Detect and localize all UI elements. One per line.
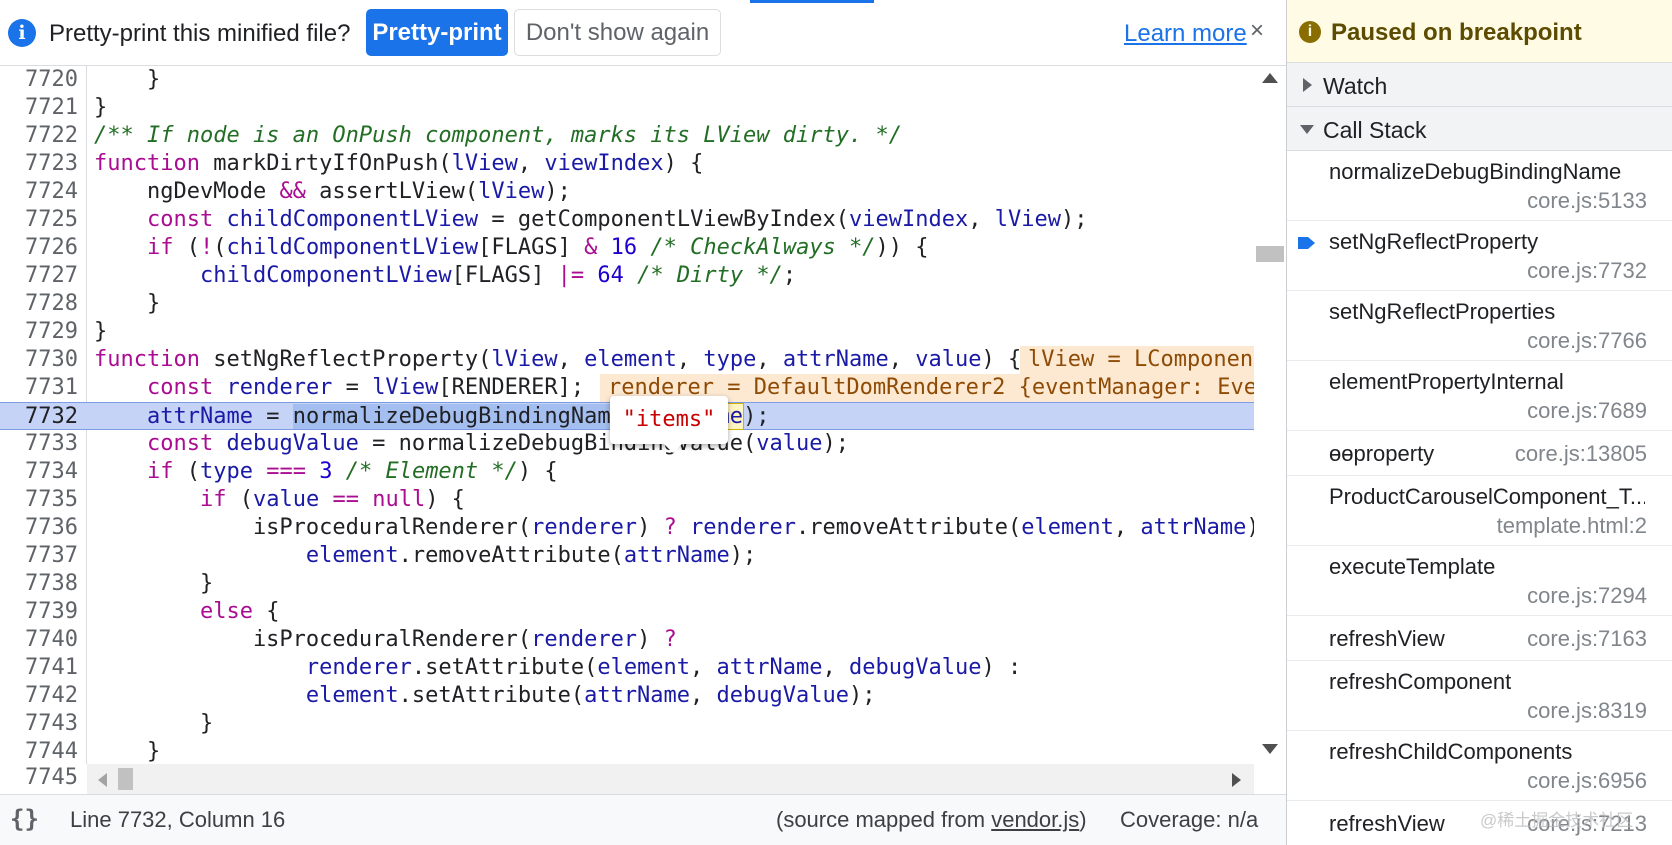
code-line: 7724 ngDevMode && assertLView(lView); <box>25 179 571 204</box>
frame-function: refreshChildComponents <box>1329 739 1573 764</box>
editor-status-bar: {} Line 7732, Column 16 (source mapped f… <box>0 794 1286 845</box>
active-tab-indicator <box>750 0 874 3</box>
code-line: 7720 } <box>25 67 161 92</box>
code-line: 7729} <box>25 319 108 344</box>
code-line: 7736 isProceduralRenderer(renderer) ? re… <box>25 515 1254 540</box>
code-line: 7739 else { <box>25 599 280 624</box>
expand-triangle-icon <box>1303 78 1312 92</box>
code-line: 7726 if (!(childComponentLView[FLAGS] & … <box>25 235 929 260</box>
call-frame[interactable]: refreshChildComponents core.js:6956 <box>1287 731 1672 801</box>
source-mapped-info: (source mapped from vendor.js) <box>776 807 1087 832</box>
sources-panel: i Pretty-print this minified file? Prett… <box>0 0 1286 845</box>
code-editor[interactable]: 7720 } 7721} 7722/** If node is an OnPus… <box>0 66 1254 764</box>
source-map-link[interactable]: vendor.js <box>991 807 1079 832</box>
call-frame[interactable]: elementPropertyInternal core.js:7689 <box>1287 361 1672 431</box>
frame-location[interactable]: core.js:13805 <box>1515 441 1647 467</box>
watermark: @稀土掘金技术社区 <box>1480 811 1634 830</box>
info-icon: i <box>8 19 36 47</box>
cursor-position: Line 7732, Column 16 <box>70 807 286 832</box>
call-frame[interactable]: refreshView core.js:7163 <box>1287 616 1672 661</box>
call-frame[interactable]: setNgReflectProperties core.js:7766 <box>1287 291 1672 361</box>
pretty-print-button[interactable]: Pretty-print <box>366 9 508 56</box>
code-line: 7743 } <box>25 711 214 736</box>
frame-location[interactable]: template.html:2 <box>1497 513 1647 539</box>
value-tooltip: "items" <box>610 396 728 453</box>
code-line: 7734 if (type === 3 /* Element */) { <box>25 459 558 484</box>
code-line: 7738 } <box>25 571 214 596</box>
code-line: 7740 isProceduralRenderer(renderer) ? <box>25 627 677 652</box>
watch-label: Watch <box>1323 73 1388 99</box>
call-frame[interactable]: refreshComponent core.js:8319 <box>1287 661 1672 731</box>
call-stack-label: Call Stack <box>1323 117 1427 143</box>
frame-location[interactable]: core.js:7689 <box>1527 398 1647 424</box>
code-line: 7737 element.removeAttribute(attrName); <box>25 543 757 568</box>
frame-location[interactable]: core.js:7732 <box>1527 258 1647 284</box>
frame-function: refreshView <box>1329 811 1445 836</box>
code-line: 7741 renderer.setAttribute(element, attr… <box>25 655 1022 680</box>
call-stack-list: normalizeDebugBindingName core.js:5133 s… <box>1287 151 1672 845</box>
watch-section-header[interactable]: Watch <box>1287 63 1672 107</box>
debugger-sidebar: i Paused on breakpoint Watch Call Stack … <box>1286 0 1672 845</box>
frame-function: refreshComponent <box>1329 669 1512 694</box>
code-line: 7730 function setNgReflectProperty(lView,… <box>25 346 1254 374</box>
code-line: 7728 } <box>25 291 161 316</box>
code-line: 7721} <box>25 95 108 120</box>
paused-banner: i Paused on breakpoint <box>1287 0 1672 63</box>
frame-location[interactable]: core.js:6956 <box>1527 768 1647 794</box>
scroll-left-icon[interactable] <box>98 773 107 787</box>
close-icon[interactable]: × <box>1250 17 1264 45</box>
current-frame-arrow-icon <box>1298 237 1315 249</box>
code-line: 7744 } <box>25 739 161 764</box>
frame-location[interactable]: core.js:7163 <box>1527 626 1647 652</box>
frame-function: setNgReflectProperty <box>1329 229 1539 254</box>
infobar-message: Pretty-print this minified file? <box>49 20 351 47</box>
frame-function: setNgReflectProperties <box>1329 299 1556 324</box>
scroll-up-icon[interactable] <box>1262 73 1278 83</box>
code-line: 7725 const childComponentLView = getComp… <box>25 207 1088 232</box>
editor-horizontal-scrollbar[interactable] <box>87 764 1254 794</box>
collapse-triangle-icon <box>1300 125 1314 134</box>
curly-braces-icon[interactable]: {} <box>10 805 39 833</box>
code-line: 7727 childComponentLView[FLAGS] |= 64 /*… <box>25 263 797 288</box>
code-line: 7722/** If node is an OnPush component, … <box>25 123 902 148</box>
scroll-thumb[interactable] <box>1256 246 1284 262</box>
frame-location[interactable]: core.js:5133 <box>1527 188 1647 214</box>
code-line: 7723 function markDirtyIfOnPush(lView, vi… <box>25 151 704 176</box>
inline-value-lview: lView = LComponentView <box>1020 346 1254 374</box>
call-frame[interactable]: ɵɵproperty core.js:13805 <box>1287 431 1672 476</box>
frame-function: refreshView <box>1329 626 1445 651</box>
frame-location[interactable]: core.js:7766 <box>1527 328 1647 354</box>
scroll-down-icon[interactable] <box>1262 744 1278 754</box>
code-line: 7745 <box>0 764 87 794</box>
call-frame[interactable]: normalizeDebugBindingName core.js:5133 <box>1287 151 1672 221</box>
frame-location[interactable]: core.js:7294 <box>1527 583 1647 609</box>
call-frame[interactable]: ProductCarouselComponent_T... template.h… <box>1287 476 1672 546</box>
code-line: 7742 element.setAttribute(attrName, debu… <box>25 683 876 708</box>
call-frame[interactable]: executeTemplate core.js:7294 <box>1287 546 1672 616</box>
call-frame-current[interactable]: setNgReflectProperty core.js:7732 <box>1287 221 1672 291</box>
scroll-thumb[interactable] <box>118 768 133 790</box>
learn-more-link[interactable]: Learn more <box>1124 20 1247 48</box>
coverage-status: Coverage: n/a <box>1120 807 1259 832</box>
frame-function: elementPropertyInternal <box>1329 369 1564 394</box>
scroll-right-icon[interactable] <box>1232 773 1241 787</box>
pause-info-icon: i <box>1299 21 1321 43</box>
frame-function: normalizeDebugBindingName <box>1329 159 1622 184</box>
frame-function: ɵɵproperty <box>1329 441 1435 466</box>
editor-vertical-scrollbar[interactable] <box>1254 66 1286 764</box>
call-stack-section-header[interactable]: Call Stack <box>1287 107 1672 151</box>
paused-message: Paused on breakpoint <box>1331 19 1582 46</box>
frame-location[interactable]: core.js:8319 <box>1527 698 1647 724</box>
code-line: 7735 if (value == null) { <box>25 487 465 512</box>
pretty-print-infobar: i Pretty-print this minified file? Prett… <box>0 0 1286 66</box>
frame-function: executeTemplate <box>1329 554 1496 579</box>
dont-show-again-button[interactable]: Don't show again <box>514 9 721 56</box>
frame-function: ProductCarouselComponent_T... <box>1329 484 1645 509</box>
